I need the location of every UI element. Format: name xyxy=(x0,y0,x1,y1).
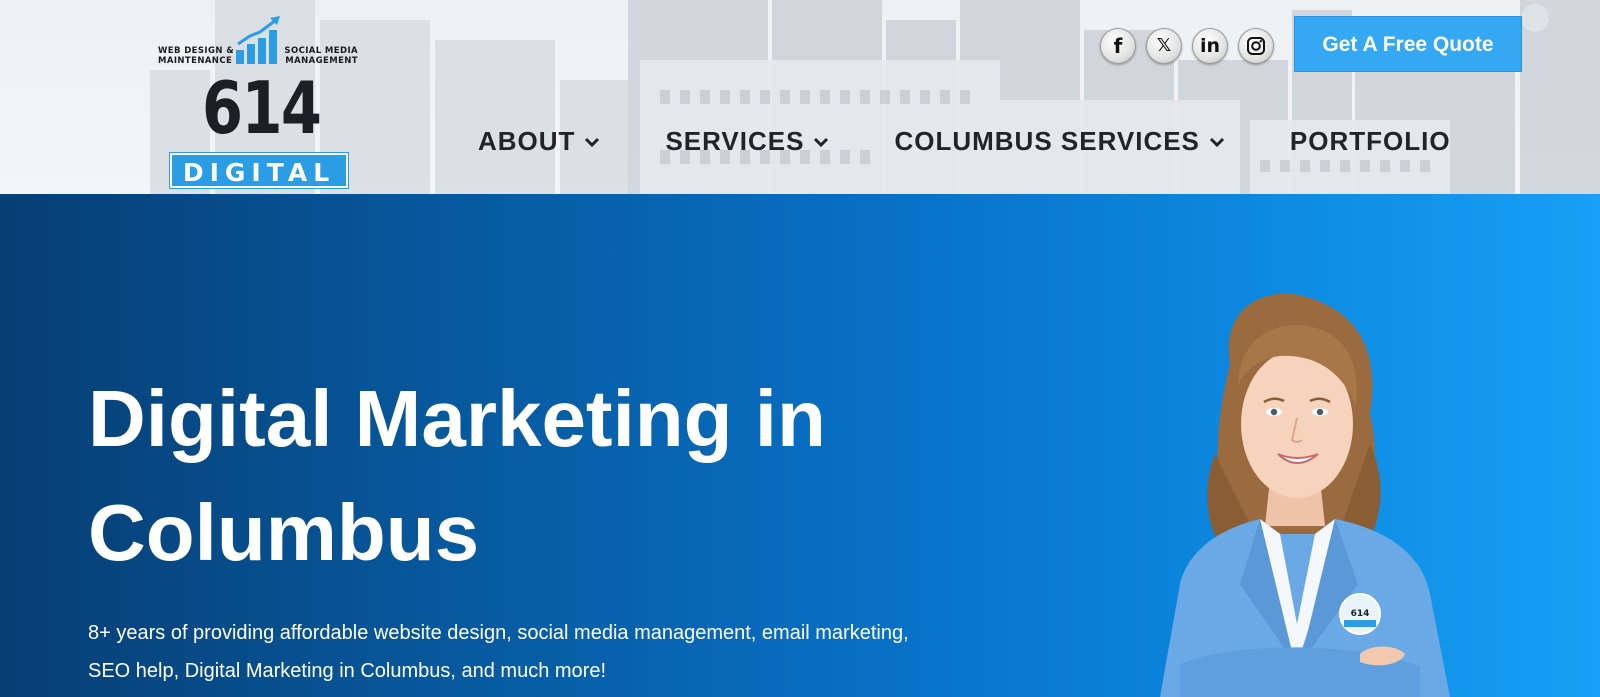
facebook-glyph: f xyxy=(1113,34,1123,58)
logo-number: 614 xyxy=(202,66,322,150)
nav-item-columbus-services[interactable]: COLUMBUS SERVICES xyxy=(894,126,1225,157)
instagram-icon[interactable] xyxy=(1238,28,1274,64)
nav-item-services[interactable]: SERVICES xyxy=(665,126,830,157)
site-logo[interactable]: WEB DESIGN & MAINTENANCE SOCIAL MEDIA MA… xyxy=(158,16,358,189)
hero-title: Digital Marketing in Columbus xyxy=(88,362,988,590)
badge-text: 614 xyxy=(1351,609,1370,619)
social-links: f 𝕏 in xyxy=(1100,28,1274,64)
nav-item-columbus-services-label: COLUMBUS SERVICES xyxy=(894,126,1200,156)
hero-subtitle-line1: 8+ years of providing affordable website… xyxy=(88,622,909,644)
nav-item-services-label: SERVICES xyxy=(665,126,805,156)
instagram-glyph xyxy=(1247,37,1265,55)
hero-title-line1: Digital Marketing in xyxy=(88,374,826,463)
get-free-quote-button[interactable]: Get A Free Quote xyxy=(1294,16,1522,72)
main-nav: ABOUT SERVICES COLUMBUS SERVICES PORTFOL… xyxy=(478,126,1451,157)
logo-tagline-right-line2: MANAGEMENT xyxy=(285,56,358,66)
x-glyph: 𝕏 xyxy=(1156,35,1172,56)
nav-item-portfolio[interactable]: PORTFOLIO xyxy=(1290,126,1451,157)
chevron-down-icon xyxy=(814,137,829,147)
linkedin-icon[interactable]: in xyxy=(1192,28,1228,64)
facebook-icon[interactable]: f xyxy=(1100,28,1136,64)
logo-tagline-left: WEB DESIGN & MAINTENANCE xyxy=(158,46,234,66)
x-icon[interactable]: 𝕏 xyxy=(1146,28,1182,64)
logo-tagline-left-line1: WEB DESIGN & xyxy=(158,46,235,56)
chevron-down-icon xyxy=(585,137,600,147)
hero-section: Digital Marketing in Columbus 8+ years o… xyxy=(0,194,1600,697)
logo-word: DIGITAL xyxy=(169,152,349,189)
logo-tagline-right: SOCIAL MEDIA MANAGEMENT xyxy=(284,46,358,66)
nav-item-portfolio-label: PORTFOLIO xyxy=(1289,126,1451,156)
hero-person-image: 614 xyxy=(1160,294,1450,697)
logo-tagline-right-line1: SOCIAL MEDIA xyxy=(284,46,358,56)
linkedin-glyph: in xyxy=(1199,35,1221,57)
growth-chart-icon xyxy=(236,16,280,64)
chevron-down-icon xyxy=(1209,137,1224,147)
nav-item-about[interactable]: ABOUT xyxy=(478,126,601,157)
nav-item-about-label: ABOUT xyxy=(478,126,576,156)
logo-tagline-left-line2: MAINTENANCE xyxy=(158,56,233,66)
hero-subtitle: 8+ years of providing affordable website… xyxy=(88,614,1008,690)
site-header: WEB DESIGN & MAINTENANCE SOCIAL MEDIA MA… xyxy=(0,0,1600,194)
hero-title-line2: Columbus xyxy=(88,488,480,577)
hero-subtitle-line2: SEO help, Digital Marketing in Columbus,… xyxy=(88,660,607,682)
